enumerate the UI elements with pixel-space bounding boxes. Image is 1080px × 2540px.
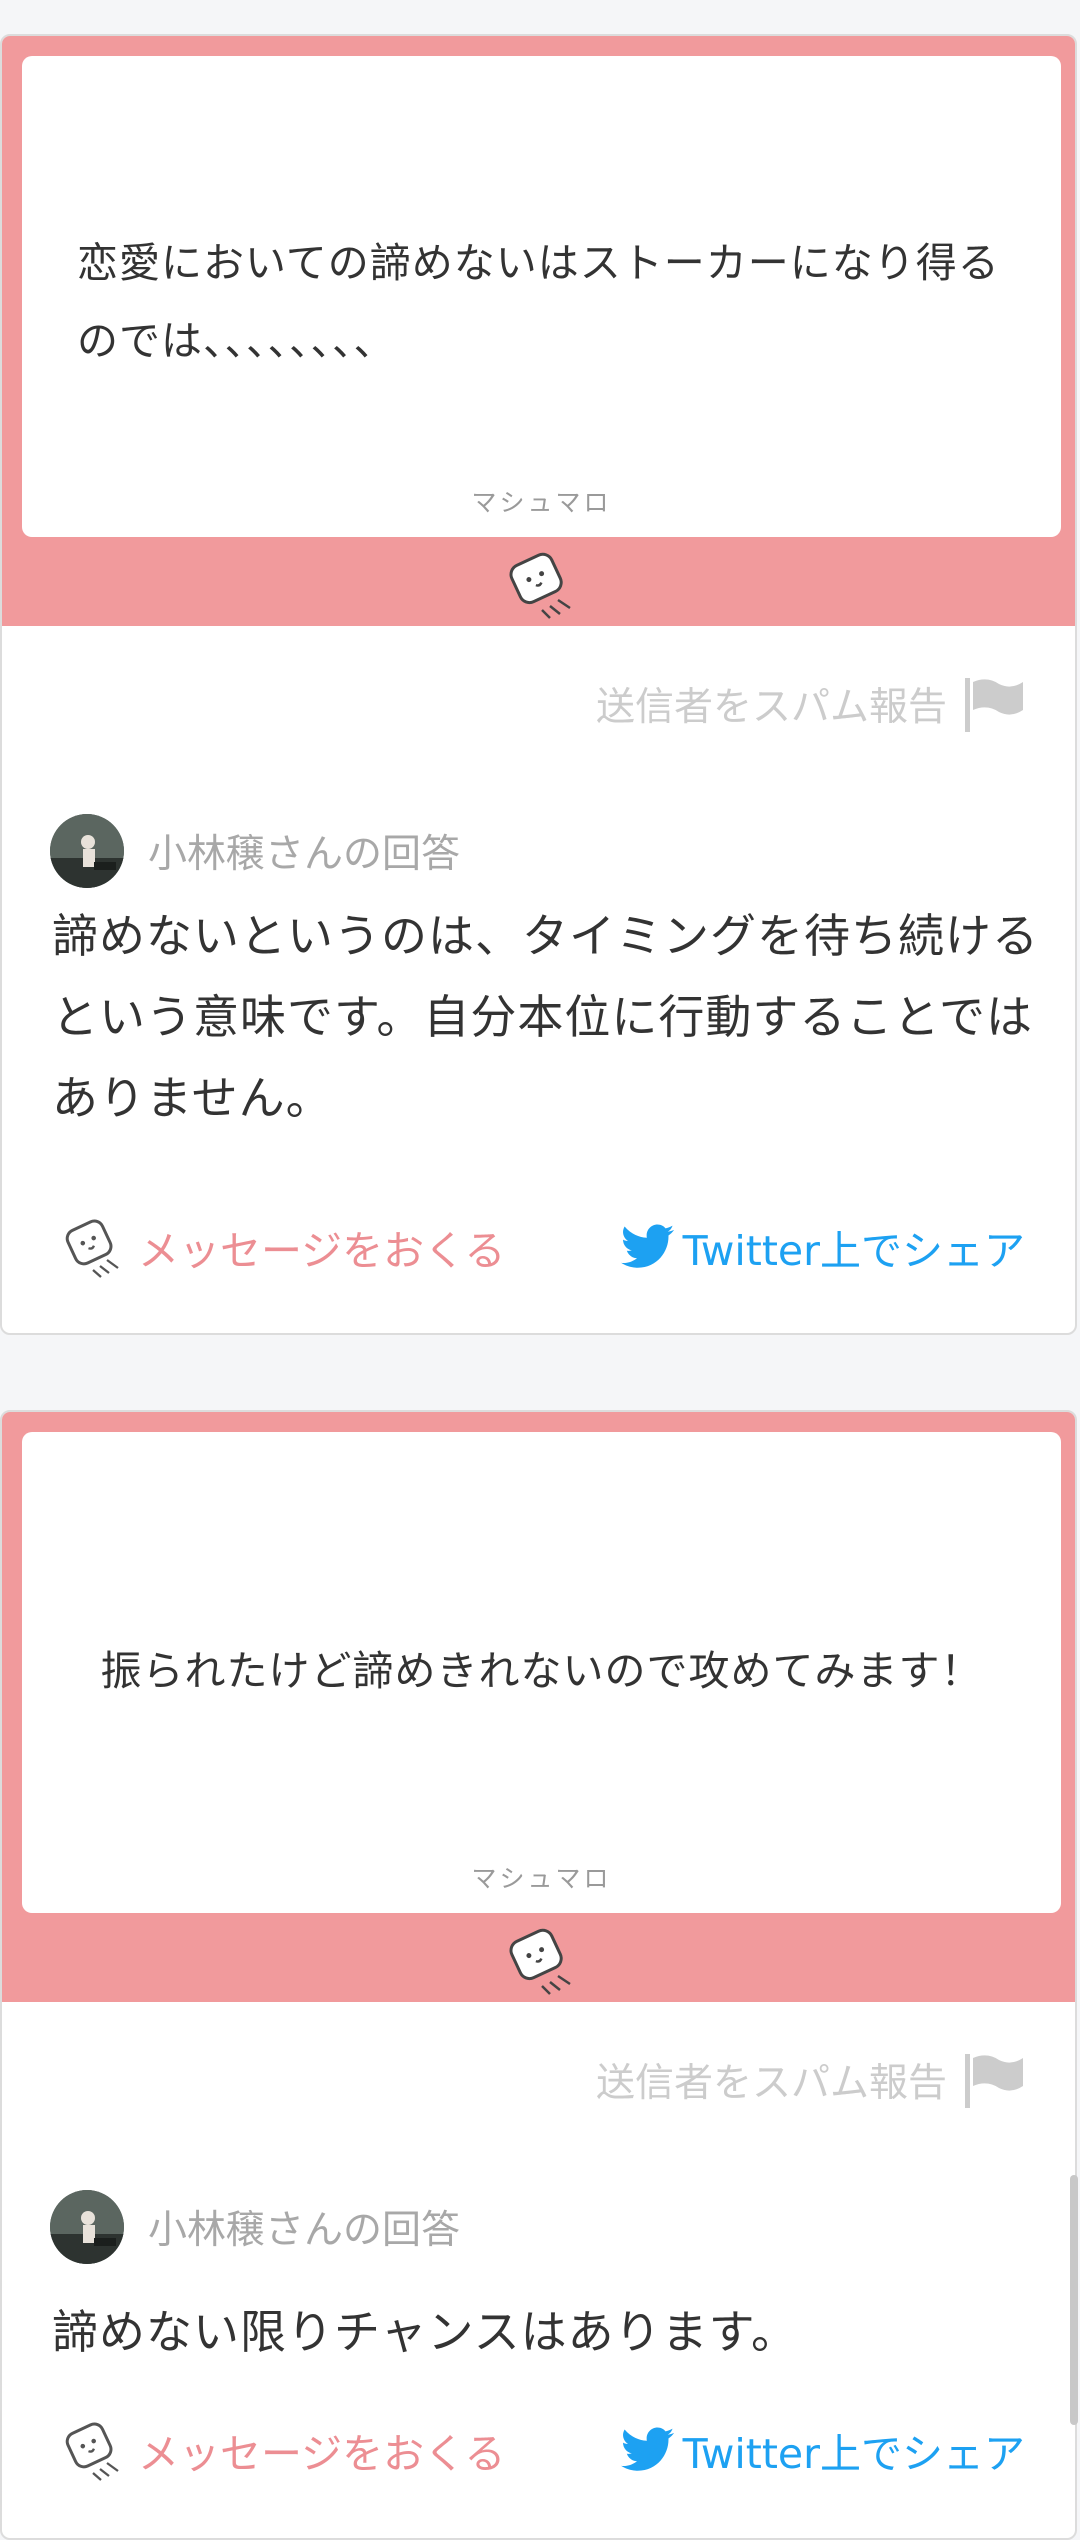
answer-text: 諦めないというのは、タイミングを待ち続けるという意味です。自分本位に行動すること… bbox=[52, 909, 1039, 1125]
question-text: 恋愛においての諦めないはストーカーになり得るのでは、、、、、、、、 bbox=[77, 239, 1000, 365]
qa-card: 振られたけど諦めきれないので攻めてみます！ マシュマロ 送信者をスパム報告 小林… bbox=[0, 1410, 1077, 2540]
marshmallow-icon bbox=[509, 552, 571, 619]
spam-report-link[interactable]: 送信者をスパム報告 bbox=[596, 2052, 1025, 2108]
marshmallow-icon bbox=[65, 1219, 119, 1278]
answer-text: 諦めない限りチャンスはあります。 bbox=[52, 2305, 799, 2359]
question-frame: 恋愛においての諦めないはストーカーになり得るのでは、、、、、、、、 マシュマロ bbox=[2, 36, 1075, 626]
question-box: 恋愛においての諦めないはストーカーになり得るのでは、、、、、、、、 マシュマロ bbox=[22, 56, 1061, 537]
twitter-bird-icon bbox=[620, 2427, 674, 2471]
send-message-button[interactable]: メッセージをおくる bbox=[60, 2417, 505, 2483]
twitter-share-button[interactable]: Twitter上でシェア bbox=[620, 1217, 1025, 1277]
send-message-label: メッセージをおくる bbox=[138, 2430, 506, 2478]
twitter-bird-icon bbox=[620, 1224, 674, 1268]
question-frame: 振られたけど諦めきれないので攻めてみます！ マシュマロ bbox=[2, 1412, 1075, 2002]
question-brand-label: マシュマロ bbox=[471, 488, 612, 517]
spam-report-label: 送信者をスパム報告 bbox=[595, 685, 947, 730]
marshmallow-icon bbox=[65, 2422, 119, 2481]
card-actions: メッセージをおくる Twitter上でシェア bbox=[60, 2417, 1025, 2483]
twitter-share-button[interactable]: Twitter上でシェア bbox=[620, 2420, 1025, 2480]
answerer-name: 小林穣さんの回答 bbox=[148, 832, 461, 877]
answerer-row: 小林穣さんの回答 bbox=[50, 814, 460, 888]
spam-report-link[interactable]: 送信者をスパム報告 bbox=[596, 676, 1025, 732]
qa-card: 恋愛においての諦めないはストーカーになり得るのでは、、、、、、、、 マシュマロ … bbox=[0, 34, 1077, 1335]
twitter-share-label: Twitter上でシェア bbox=[682, 2430, 1025, 2478]
flag-icon bbox=[965, 678, 1023, 732]
answerer-row: 小林穣さんの回答 bbox=[50, 2190, 460, 2264]
question-brand-label: マシュマロ bbox=[471, 1864, 612, 1893]
send-message-label: メッセージをおくる bbox=[138, 1227, 506, 1275]
send-message-button[interactable]: メッセージをおくる bbox=[60, 1214, 505, 1280]
twitter-share-label: Twitter上でシェア bbox=[682, 1227, 1025, 1275]
flag-icon bbox=[965, 2054, 1023, 2108]
question-box: 振られたけど諦めきれないので攻めてみます！ マシュマロ bbox=[22, 1432, 1061, 1913]
question-text: 振られたけど諦めきれないので攻めてみます！ bbox=[100, 1647, 983, 1695]
avatar[interactable] bbox=[50, 2190, 124, 2264]
spam-report-label: 送信者をスパム報告 bbox=[595, 2061, 947, 2106]
card-actions: メッセージをおくる Twitter上でシェア bbox=[60, 1214, 1025, 1280]
answerer-name: 小林穣さんの回答 bbox=[148, 2208, 461, 2253]
marshmallow-icon bbox=[509, 1928, 571, 1995]
avatar[interactable] bbox=[50, 814, 124, 888]
scrollbar[interactable] bbox=[1070, 2175, 1078, 2425]
